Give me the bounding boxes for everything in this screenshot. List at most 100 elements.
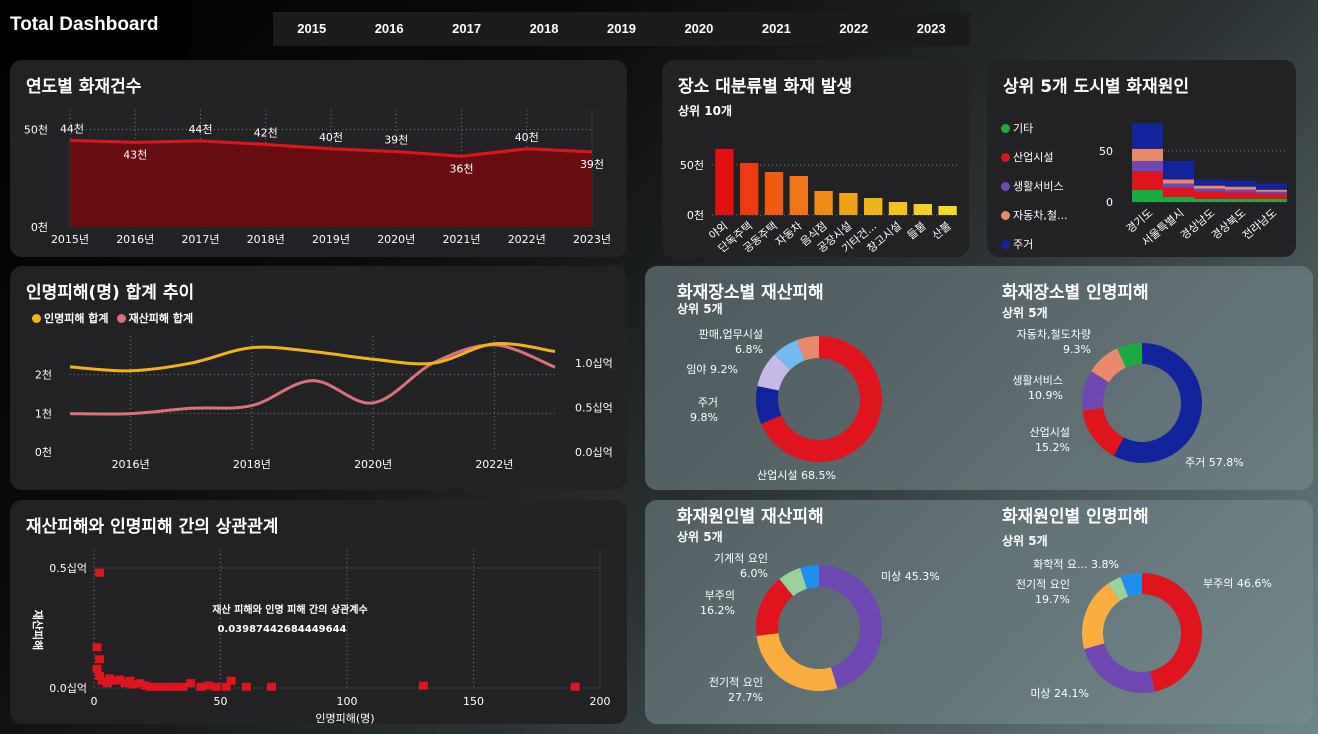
donut-slice [1082, 407, 1124, 456]
slice-label: 자동차,철도차량 [1017, 328, 1091, 341]
x-tick-label: 2018년 [233, 458, 271, 471]
stack-segment [1194, 198, 1225, 202]
y-tick-label-right: 0.0십억 [575, 446, 613, 459]
y-axis-title: 재산피해 [31, 610, 45, 650]
slice-label: 27.7% [728, 691, 763, 704]
slice-label: 9.8% [690, 411, 718, 424]
bar [913, 204, 932, 215]
place-category-card: 장소 대분류별 화재 발생 상위 10개 50천 0천 야외 단독주택 공동주택 자동차 음… [662, 60, 969, 257]
bar [864, 198, 883, 215]
scatter-point [92, 643, 102, 652]
stack-segment [1163, 196, 1194, 202]
dashboard-title-box: Total Dashboard [0, 0, 192, 58]
x-tick-label: 2019년 [312, 233, 350, 246]
stack-segment [1256, 198, 1287, 202]
slice-label: 16.2% [700, 604, 735, 617]
stack-segment [1132, 123, 1163, 149]
damage-trend-card: 인명피해(명) 합계 추이 인명피해 합계 재산피해 합계 2천 1천 0천 1.0십… [10, 266, 627, 490]
slice-label: 15.2% [1035, 441, 1070, 454]
slice-label: 주거 [698, 396, 718, 409]
slice-label: 6.8% [735, 343, 763, 356]
stack-segment [1163, 161, 1194, 180]
x-tick-label: 2022년 [508, 233, 546, 246]
x-axis-title: 인명피해(명) [315, 711, 374, 724]
correlation-annotation-title: 재산 피해와 인명 피해 간의 상관계수 [212, 603, 367, 616]
scatter-point [186, 679, 196, 688]
slice-label: 전기적 요인 [1016, 578, 1070, 591]
stack-segment [1225, 192, 1256, 199]
y-tick-label-right: 0.5십억 [575, 401, 613, 414]
stack-segment [1163, 179, 1194, 184]
stack-segment [1225, 186, 1256, 190]
stack-segment [1225, 198, 1256, 202]
data-label: 39천 [580, 157, 604, 171]
stack-segment [1225, 180, 1256, 187]
place-category-chart: 50천0천야외단독주택공동주택자동차음식점공장시설기타건...창고시설 들불 산불 [680, 149, 960, 256]
year-2022-button[interactable]: 2022 [815, 12, 892, 46]
slice-label: 전기적 요인 [709, 676, 763, 689]
scatter-point [211, 682, 221, 691]
stack-segment [1256, 183, 1287, 190]
y-tick-label: 0.0십억 [49, 682, 87, 695]
year-2017-button[interactable]: 2017 [428, 12, 505, 46]
yearly-fire-card: 연도별 화재건수 50천 0천 2015년 2016년 2017년 2018년 2019년 2… [10, 60, 627, 257]
stack-segment [1194, 179, 1225, 186]
donut-slice [1084, 643, 1155, 693]
x-tick-label: 50 [214, 695, 228, 708]
x-tick-label: 200 [590, 695, 611, 708]
x-tick-label: 2020년 [377, 233, 415, 246]
slice-label: 10.9% [1028, 389, 1063, 402]
slice-label: 부주의 [705, 589, 735, 602]
dashboard-title: Total Dashboard [10, 14, 159, 35]
y-tick-label: 2천 [35, 368, 52, 382]
slice-label: 19.7% [1035, 593, 1070, 606]
x-tick-label: 자동차 [773, 219, 805, 248]
year-2021-button[interactable]: 2021 [738, 12, 815, 46]
damage-trend-chart: 2천 1천 0천 1.0십억 0.5십억 0.0십억 2016년 2018년 2020년 2022… [35, 336, 613, 471]
slice-label: 부주의 46.6% [1203, 577, 1272, 590]
y-tick-label: 50 [1099, 145, 1113, 158]
x-tick-label: 2023년 [573, 233, 611, 246]
stack-segment [1163, 183, 1194, 188]
x-tick-label: 경상북도 [1209, 206, 1248, 242]
y-tick-label-right: 1.0십억 [575, 357, 613, 370]
x-tick-label: 150 [463, 695, 484, 708]
stack-segment [1256, 193, 1287, 199]
year-2018-button[interactable]: 2018 [505, 12, 582, 46]
cause-damage-card: 화재원인별 재산피해 상위 5개 화재원인별 인명피해 상위 5개 미상 45.… [645, 500, 1313, 724]
stack-segment [1225, 189, 1256, 193]
bar [814, 191, 833, 215]
place-damage-donuts: 산업시설 68.5% 주거 9.8% 임야 9.2% 판매,업무시설 6.8% 주거 57.… [686, 328, 1243, 482]
year-2020-button[interactable]: 2020 [660, 12, 737, 46]
city-cause-chart: 500경기도서울특별시경상남도경상북도전라남도 [1099, 123, 1287, 249]
y-tick-label: 0천 [687, 208, 704, 222]
x-tick-label: 2018년 [247, 233, 285, 246]
x-tick-label: 들불 [905, 219, 929, 242]
data-label: 42천 [254, 125, 278, 139]
slice-label: 9.3% [1063, 343, 1091, 356]
x-tick-label: 100 [337, 695, 358, 708]
x-tick-label: 2015년 [51, 233, 89, 246]
year-2019-button[interactable]: 2019 [583, 12, 660, 46]
series-line-human [69, 341, 556, 373]
stack-segment [1132, 161, 1163, 172]
year-2015-button[interactable]: 2015 [273, 12, 350, 46]
slice-label: 미상 45.3% [881, 570, 940, 583]
data-label: 39천 [384, 133, 408, 147]
series-line-property [69, 343, 556, 416]
x-tick-label: 산불 [930, 219, 954, 242]
city-cause-card: 상위 5개 도시별 화재원인 기타 산업시설 생활서비스 자동차,철... 주거… [987, 60, 1296, 257]
year-2016-button[interactable]: 2016 [350, 12, 427, 46]
stack-segment [1256, 189, 1287, 192]
year-2023-button[interactable]: 2023 [893, 12, 970, 46]
stack-segment [1194, 185, 1225, 189]
y-tick-label: 0.5십억 [49, 562, 87, 575]
x-tick-label: 2020년 [354, 458, 392, 471]
data-label: 44천 [60, 121, 84, 135]
stack-segment [1132, 189, 1163, 202]
slice-label: 생활서비스 [1012, 373, 1063, 387]
y-tick-label: 0천 [31, 220, 48, 234]
x-tick-label: 2022년 [475, 458, 513, 471]
x-tick-label: 전라남도 [1240, 206, 1279, 242]
bar [839, 193, 858, 215]
